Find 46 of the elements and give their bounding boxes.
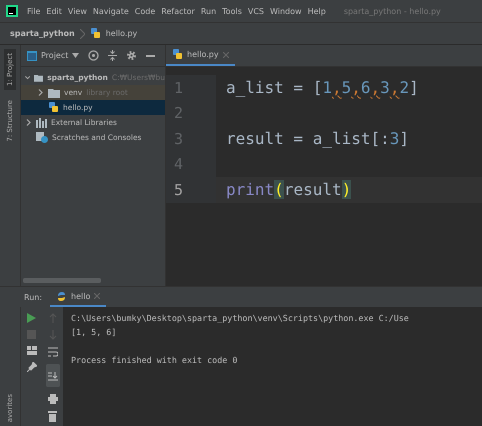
menu-item[interactable]: Tools xyxy=(222,6,242,16)
run-icon[interactable] xyxy=(27,313,36,323)
soft-wrap-icon[interactable] xyxy=(48,347,58,357)
menu-item[interactable]: View xyxy=(68,6,87,16)
folder-icon xyxy=(48,88,60,98)
scroll-to-end-icon xyxy=(48,371,58,381)
caret-icon[interactable] xyxy=(72,53,80,58)
breadcrumb-project[interactable]: sparta_python xyxy=(10,29,75,38)
locate-icon[interactable] xyxy=(88,50,100,61)
window-icon xyxy=(27,50,37,60)
scrollbar[interactable] xyxy=(23,278,101,283)
menu-item[interactable]: Run xyxy=(200,6,216,16)
menu-item[interactable]: Navigate xyxy=(92,6,129,16)
window-title: sparta_python - hello.py xyxy=(344,6,441,16)
folder-icon xyxy=(34,72,44,82)
menu-item[interactable]: File xyxy=(27,6,40,16)
trash-icon[interactable] xyxy=(48,411,57,422)
python-file-icon xyxy=(90,28,101,39)
menu-item[interactable]: Window xyxy=(270,6,302,16)
console-line: C:\Users\bumky\Desktop\sparta_python\venv\Scripts\python.exe C:/Use xyxy=(71,313,410,325)
menu-item[interactable]: Code xyxy=(134,6,156,16)
project-view-dropdown[interactable]: Project xyxy=(41,51,68,60)
code-line: print(result) xyxy=(225,180,352,200)
breadcrumb-file[interactable]: hello.py xyxy=(106,29,138,38)
settings-icon[interactable] xyxy=(126,50,138,61)
code-line: result = a_list[:3] xyxy=(225,129,410,148)
menu-item[interactable]: VCS xyxy=(248,6,264,16)
scratch-file-icon xyxy=(36,132,48,143)
run-label: Run: xyxy=(24,292,42,302)
minimize-icon[interactable] xyxy=(146,54,156,56)
code-line: a_list = [1,5,6,3,2] xyxy=(225,78,419,98)
python-file-icon xyxy=(48,102,59,113)
bars-icon xyxy=(36,118,47,128)
layout-icon[interactable] xyxy=(26,346,36,355)
collapse-icon[interactable] xyxy=(108,50,118,61)
menu-item[interactable]: Edit xyxy=(46,6,62,16)
chevron-icon xyxy=(80,28,85,38)
pin-icon[interactable] xyxy=(26,362,36,372)
scroll-to-end-button[interactable] xyxy=(46,364,60,387)
console-line: Process finished with exit code 0 xyxy=(71,355,238,367)
menu-item[interactable]: Help xyxy=(308,6,326,16)
app-logo-icon xyxy=(6,5,18,17)
console-line: [1, 5, 6] xyxy=(71,327,118,339)
python-file-icon xyxy=(172,49,183,60)
menu-item[interactable]: Refactor xyxy=(161,6,195,16)
python-icon xyxy=(56,290,68,302)
